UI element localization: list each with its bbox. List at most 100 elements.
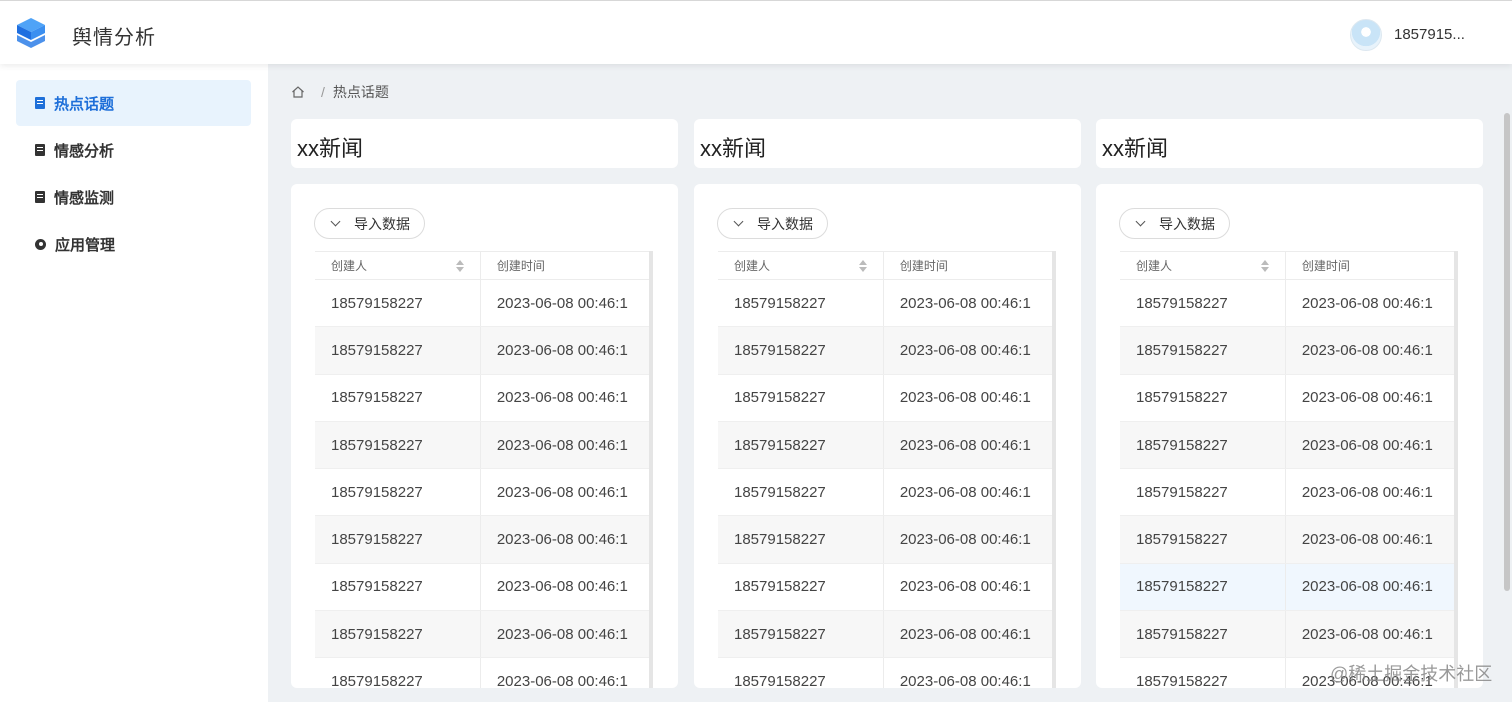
- table-cell-creator: 18579158227: [1120, 421, 1286, 469]
- table-cell-creator: 18579158227: [315, 469, 481, 516]
- document-icon: [35, 144, 45, 156]
- column-header-creator[interactable]: 创建人: [315, 252, 481, 279]
- table-row[interactable]: 18579158227 2023-06-08 00:46:1: [1120, 469, 1454, 517]
- table-cell-creator: 18579158227: [718, 374, 884, 421]
- data-table: 创建人 创建时间 18579158227 2023-06-08 00:46:1 1857…: [1120, 251, 1458, 688]
- panel-title: xx新闻: [291, 119, 678, 168]
- sidebar-item-label: 热点话题: [54, 95, 115, 113]
- app-logo-icon: [17, 18, 45, 48]
- column-header-creator[interactable]: 创建人: [1120, 252, 1286, 279]
- table-row[interactable]: 18579158227 2023-06-08 00:46:1: [1120, 421, 1454, 470]
- column-header-created-time[interactable]: 创建时间: [884, 252, 1052, 279]
- user-name[interactable]: 1857915...: [1394, 26, 1465, 43]
- page-scrollbar[interactable]: [1504, 113, 1510, 591]
- breadcrumb: / 热点话题: [291, 82, 389, 102]
- table-cell-creator: 18579158227: [1120, 327, 1286, 374]
- table-row[interactable]: 18579158227 2023-06-08 00:46:1: [315, 469, 649, 517]
- chevron-down-icon: [1135, 216, 1146, 227]
- sort-icon[interactable]: [455, 260, 464, 272]
- import-data-label: 导入数据: [757, 215, 813, 232]
- table-cell-creator: 18579158227: [1120, 374, 1286, 421]
- table-row[interactable]: 18579158227 2023-06-08 00:46:1: [718, 563, 1052, 612]
- table-row[interactable]: 18579158227 2023-06-08 00:46:1: [315, 327, 649, 375]
- table-cell-created-time: 2023-06-08 00:46:1: [899, 436, 1031, 454]
- table-header: 创建人 创建时间: [718, 251, 1052, 280]
- table-cell-creator: 18579158227: [1120, 563, 1286, 611]
- import-data-button[interactable]: 导入数据: [1119, 208, 1230, 239]
- sidebar-item-sentiment-monitoring[interactable]: 情感监测: [16, 174, 251, 220]
- import-data-button[interactable]: 导入数据: [314, 208, 425, 239]
- table-row[interactable]: 18579158227 2023-06-08 00:46:1: [1120, 516, 1454, 564]
- table-cell-created-time: 2023-06-08 00:46:1: [496, 625, 628, 643]
- column-header-label: 创建时间: [496, 259, 545, 273]
- table-cell-created-time: 2023-06-08 00:46:1: [899, 673, 1031, 688]
- table-row[interactable]: 18579158227 2023-06-08 00:46:1: [1120, 327, 1454, 375]
- table-cell-created-time: 2023-06-08 00:46:1: [496, 578, 628, 596]
- table-header: 创建人 创建时间: [315, 251, 649, 280]
- table-cell-creator: 18579158227: [718, 469, 884, 516]
- sidebar-item-hot-topics[interactable]: 热点话题: [16, 80, 251, 126]
- sidebar-item-sentiment-analysis[interactable]: 情感分析: [16, 127, 251, 173]
- table-cell-created-time: 2023-06-08 00:46:1: [1301, 341, 1433, 359]
- table-cell-created-time: 2023-06-08 00:46:1: [1301, 436, 1433, 454]
- sort-icon[interactable]: [858, 260, 867, 272]
- data-panel: 导入数据创建人 创建时间 18579158227 2023-06-08 00:46:1…: [694, 184, 1081, 688]
- table-cell-creator: 18579158227: [1120, 516, 1286, 563]
- table-row[interactable]: 18579158227 2023-06-08 00:46:1: [1120, 563, 1454, 612]
- table-row[interactable]: 18579158227 2023-06-08 00:46:1: [1120, 280, 1454, 328]
- top-header: 舆情分析 1857915...: [0, 0, 1512, 64]
- table-row[interactable]: 18579158227 2023-06-08 00:46:1: [315, 421, 649, 470]
- table-row[interactable]: 18579158227 2023-06-08 00:46:1: [1120, 374, 1454, 422]
- sort-icon[interactable]: [1260, 260, 1269, 272]
- table-row[interactable]: 18579158227 2023-06-08 00:46:1: [718, 374, 1052, 422]
- column-header-created-time[interactable]: 创建时间: [1286, 252, 1454, 279]
- table-row[interactable]: 18579158227 2023-06-08 00:46:1: [718, 469, 1052, 517]
- table-cell-created-time: 2023-06-08 00:46:1: [496, 341, 628, 359]
- table-cell-created-time: 2023-06-08 00:46:1: [899, 389, 1031, 407]
- table-cell-created-time: 2023-06-08 00:46:1: [496, 531, 628, 549]
- table-row[interactable]: 18579158227 2023-06-08 00:46:1: [315, 374, 649, 422]
- table-cell-creator: 18579158227: [315, 658, 481, 688]
- gear-icon: [35, 238, 46, 250]
- table-cell-created-time: 2023-06-08 00:46:1: [899, 531, 1031, 549]
- table-cell-creator: 18579158227: [718, 611, 884, 658]
- table-row[interactable]: 18579158227 2023-06-08 00:46:1: [718, 516, 1052, 564]
- watermark: @稀土掘金技术社区: [1330, 664, 1493, 684]
- table-cell-created-time: 2023-06-08 00:46:1: [496, 673, 628, 688]
- table-row[interactable]: 18579158227 2023-06-08 00:46:1: [718, 421, 1052, 470]
- sidebar-item-label: 情感分析: [54, 142, 115, 160]
- sidebar-item-label: 应用管理: [55, 236, 116, 254]
- table-row[interactable]: 18579158227 2023-06-08 00:46:1: [315, 516, 649, 564]
- user-avatar[interactable]: [1350, 19, 1382, 51]
- import-data-label: 导入数据: [1159, 215, 1215, 232]
- column-header-created-time[interactable]: 创建时间: [481, 252, 649, 279]
- table-row[interactable]: 18579158227 2023-06-08 00:46:1: [718, 611, 1052, 659]
- table-row[interactable]: 18579158227 2023-06-08 00:46:1: [1120, 611, 1454, 659]
- table-cell-created-time: 2023-06-08 00:46:1: [496, 294, 628, 312]
- column-header-creator[interactable]: 创建人: [718, 252, 884, 279]
- column-header-label: 创建时间: [1301, 259, 1350, 273]
- table-cell-created-time: 2023-06-08 00:46:1: [496, 483, 628, 501]
- table-cell-created-time: 2023-06-08 00:46:1: [1301, 578, 1433, 596]
- panel-title: xx新闻: [1096, 119, 1483, 168]
- table-row[interactable]: 18579158227 2023-06-08 00:46:1: [718, 658, 1052, 688]
- table-row[interactable]: 18579158227 2023-06-08 00:46:1: [315, 563, 649, 612]
- home-icon[interactable]: [291, 85, 305, 99]
- table-cell-creator: 18579158227: [315, 516, 481, 563]
- table-row[interactable]: 18579158227 2023-06-08 00:46:1: [718, 327, 1052, 375]
- import-data-button[interactable]: 导入数据: [717, 208, 828, 239]
- table-cell-creator: 18579158227: [315, 280, 481, 327]
- table-row[interactable]: 18579158227 2023-06-08 00:46:1: [315, 280, 649, 328]
- sidebar-item-app-management[interactable]: 应用管理: [16, 221, 251, 267]
- table-cell-created-time: 2023-06-08 00:46:1: [1301, 294, 1433, 312]
- breadcrumb-current: 热点话题: [332, 84, 389, 100]
- chevron-down-icon: [733, 216, 744, 227]
- table-cell-creator: 18579158227: [1120, 658, 1286, 688]
- table-cell-created-time: 2023-06-08 00:46:1: [899, 294, 1031, 312]
- table-cell-creator: 18579158227: [1120, 280, 1286, 327]
- table-row[interactable]: 18579158227 2023-06-08 00:46:1: [315, 658, 649, 688]
- table-row[interactable]: 18579158227 2023-06-08 00:46:1: [718, 280, 1052, 328]
- table-cell-created-time: 2023-06-08 00:46:1: [496, 436, 628, 454]
- table-cell-created-time: 2023-06-08 00:46:1: [899, 578, 1031, 596]
- table-row[interactable]: 18579158227 2023-06-08 00:46:1: [315, 611, 649, 659]
